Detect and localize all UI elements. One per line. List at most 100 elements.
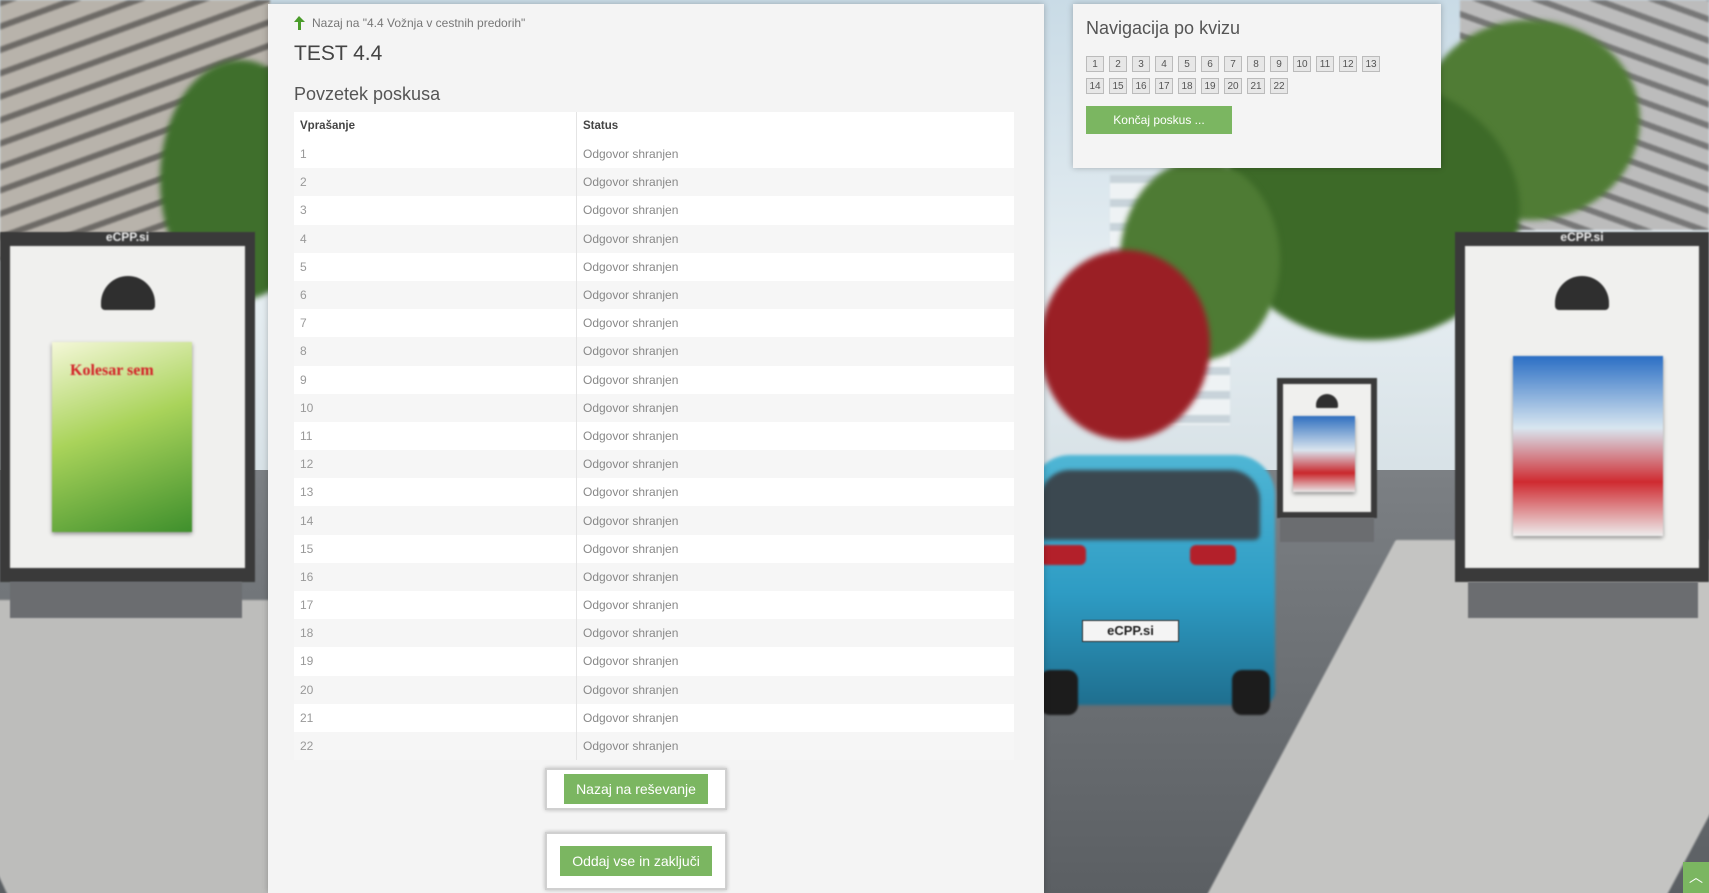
- quiz-nav-question-button[interactable]: 11: [1316, 56, 1334, 72]
- billboard-base: [10, 582, 242, 618]
- table-row: 15 Odgovor shranjen: [294, 534, 1014, 563]
- table-header-row: Vprašanje Status: [294, 112, 1014, 140]
- back-link-label: Nazaj na "4.4 Vožnja v cestnih predorih": [312, 16, 526, 30]
- lamp-icon: [1316, 394, 1338, 408]
- question-status: Odgovor shranjen: [576, 309, 1014, 338]
- question-number[interactable]: 4: [294, 224, 577, 253]
- question-status: Odgovor shranjen: [576, 591, 1014, 620]
- question-number[interactable]: 3: [294, 196, 577, 225]
- quiz-nav-question-button[interactable]: 19: [1201, 78, 1219, 94]
- column-header-status: Status: [576, 112, 1014, 140]
- table-row: 1 Odgovor shranjen: [294, 140, 1014, 169]
- quiz-navigation-title: Navigacija po kvizu: [1086, 18, 1241, 38]
- submit-all-button[interactable]: Oddaj vse in zaključi: [560, 846, 712, 876]
- quiz-nav-question-button[interactable]: 1: [1086, 56, 1104, 72]
- quiz-nav-question-button[interactable]: 18: [1178, 78, 1196, 94]
- question-number[interactable]: 10: [294, 393, 577, 422]
- billboard-right: eCPP.si: [1455, 230, 1709, 582]
- quiz-nav-question-button[interactable]: 8: [1247, 56, 1265, 72]
- question-number[interactable]: 22: [294, 731, 577, 761]
- car-window: [1040, 470, 1260, 540]
- quiz-nav-question-button[interactable]: 21: [1247, 78, 1265, 94]
- question-number[interactable]: 11: [294, 421, 577, 451]
- up-arrow-icon: [294, 16, 305, 30]
- question-status: Odgovor shranjen: [576, 393, 1014, 422]
- finish-attempt-button[interactable]: Končaj poskus ...: [1086, 106, 1232, 134]
- question-status: Odgovor shranjen: [576, 365, 1014, 394]
- quiz-nav-question-button[interactable]: 4: [1155, 56, 1173, 72]
- question-status: Odgovor shranjen: [576, 337, 1014, 366]
- question-number[interactable]: 21: [294, 703, 577, 732]
- quiz-nav-question-button[interactable]: 9: [1270, 56, 1288, 72]
- quiz-nav-question-button[interactable]: 22: [1270, 78, 1288, 94]
- scroll-to-top-button[interactable]: ︿: [1683, 862, 1709, 893]
- poster-small: [1293, 416, 1355, 492]
- table-row: 2 Odgovor shranjen: [294, 168, 1014, 197]
- car-light: [1190, 545, 1236, 565]
- table-row: 13 Odgovor shranjen: [294, 478, 1014, 507]
- question-number[interactable]: 2: [294, 168, 577, 197]
- question-status: Odgovor shranjen: [576, 478, 1014, 507]
- question-number[interactable]: 17: [294, 591, 577, 620]
- question-number[interactable]: 13: [294, 478, 577, 507]
- back-link[interactable]: Nazaj na "4.4 Vožnja v cestnih predorih": [294, 16, 525, 30]
- summary-table-body: 1 Odgovor shranjen 2 Odgovor shranjen 3 Odgov…: [294, 140, 1014, 761]
- quiz-nav-question-button[interactable]: 5: [1178, 56, 1196, 72]
- quiz-navigation-grid: 1 2 3 4 5 6 7 8 9 10 11 12 13 14 15 16 17 18 19 20 21 22: [1086, 56, 1396, 94]
- quiz-nav-question-button[interactable]: 3: [1132, 56, 1150, 72]
- question-status: Odgovor shranjen: [576, 506, 1014, 535]
- billboard-base: [1280, 518, 1374, 542]
- question-status: Odgovor shranjen: [576, 196, 1014, 225]
- car-light: [1040, 545, 1086, 565]
- question-number[interactable]: 14: [294, 506, 577, 535]
- quiz-nav-question-button[interactable]: 14: [1086, 78, 1104, 94]
- question-number[interactable]: 16: [294, 562, 577, 591]
- table-row: 17 Odgovor shranjen: [294, 591, 1014, 620]
- table-row: 6 Odgovor shranjen: [294, 280, 1014, 310]
- question-number[interactable]: 15: [294, 534, 577, 563]
- red-tree: [1040, 250, 1210, 440]
- question-number[interactable]: 9: [294, 365, 577, 394]
- back-to-solving-wrapper: Nazaj na reševanje: [545, 768, 727, 810]
- billboard-brand: eCPP.si: [105, 230, 150, 244]
- question-number[interactable]: 20: [294, 675, 577, 704]
- car-tire: [1232, 670, 1270, 715]
- question-number[interactable]: 1: [294, 140, 577, 169]
- question-status: Odgovor shranjen: [576, 534, 1014, 563]
- back-to-solving-button[interactable]: Nazaj na reševanje: [564, 774, 708, 804]
- quiz-nav-question-button[interactable]: 2: [1109, 56, 1127, 72]
- question-number[interactable]: 19: [294, 647, 577, 676]
- quiz-nav-question-button[interactable]: 10: [1293, 56, 1311, 72]
- quiz-nav-question-button[interactable]: 15: [1109, 78, 1127, 94]
- question-number[interactable]: 8: [294, 337, 577, 366]
- quiz-summary-panel: Nazaj na "4.4 Vožnja v cestnih predorih"…: [268, 4, 1044, 893]
- quiz-nav-question-button[interactable]: 20: [1224, 78, 1242, 94]
- quiz-nav-question-button[interactable]: 17: [1155, 78, 1173, 94]
- submit-all-wrapper: Oddaj vse in zaključi: [545, 832, 727, 890]
- poster-voznik: [1513, 356, 1663, 536]
- question-status: Odgovor shranjen: [576, 450, 1014, 479]
- question-status: Odgovor shranjen: [576, 675, 1014, 704]
- question-number[interactable]: 7: [294, 309, 577, 338]
- table-row: 16 Odgovor shranjen: [294, 562, 1014, 591]
- quiz-nav-question-button[interactable]: 13: [1362, 56, 1380, 72]
- question-status: Odgovor shranjen: [576, 421, 1014, 451]
- lamp-icon: [100, 276, 155, 310]
- question-status: Odgovor shranjen: [576, 647, 1014, 676]
- quiz-nav-question-button[interactable]: 12: [1339, 56, 1357, 72]
- question-number[interactable]: 12: [294, 450, 577, 479]
- license-plate: eCPP.si: [1082, 620, 1179, 642]
- question-number[interactable]: 6: [294, 280, 577, 310]
- question-number[interactable]: 5: [294, 252, 577, 281]
- question-status: Odgovor shranjen: [576, 140, 1014, 169]
- table-row: 4 Odgovor shranjen: [294, 224, 1014, 253]
- question-status: Odgovor shranjen: [576, 252, 1014, 281]
- question-number[interactable]: 18: [294, 619, 577, 648]
- quiz-nav-question-button[interactable]: 16: [1132, 78, 1150, 94]
- quiz-nav-question-button[interactable]: 7: [1224, 56, 1242, 72]
- poster-kolesar: Kolesar sem: [52, 342, 192, 532]
- table-row: 20 Odgovor shranjen: [294, 675, 1014, 704]
- quiz-nav-question-button[interactable]: 6: [1201, 56, 1219, 72]
- quiz-navigation-block: Navigacija po kvizu 1 2 3 4 5 6 7 8 9 10 11 12 13 14 1…: [1073, 4, 1441, 168]
- question-status: Odgovor shranjen: [576, 168, 1014, 197]
